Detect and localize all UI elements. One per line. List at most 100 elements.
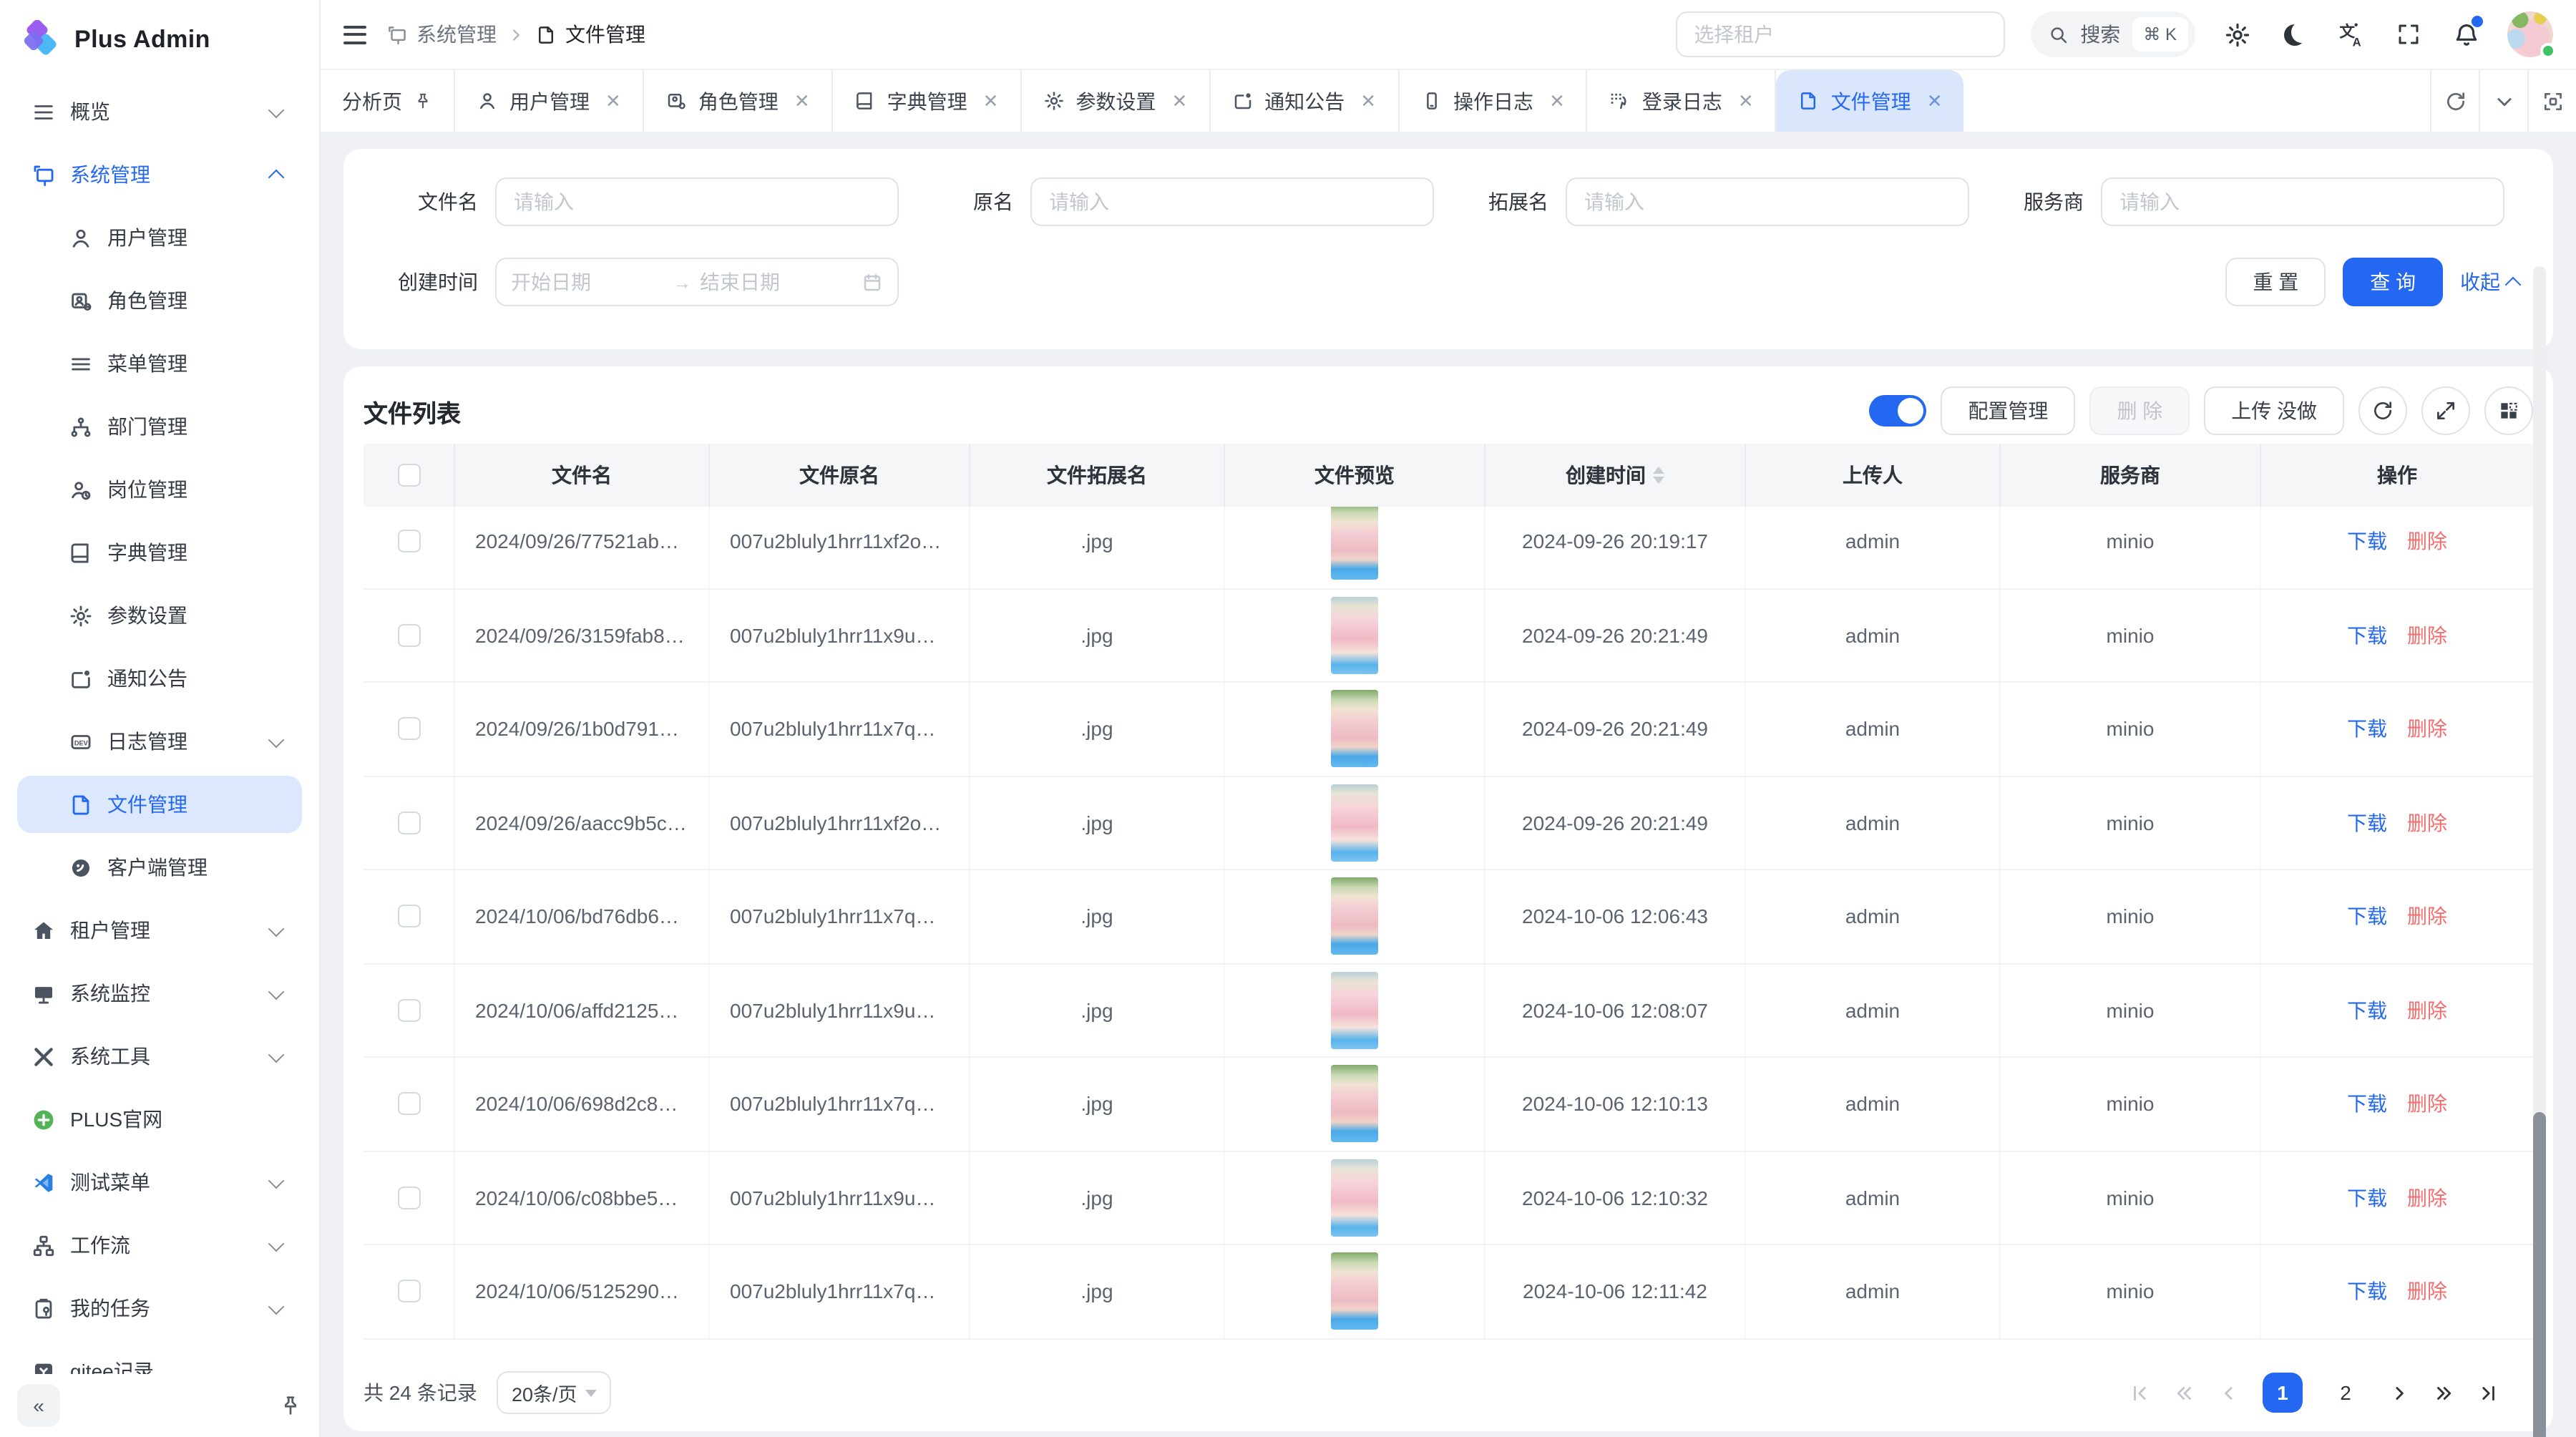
refresh-table-button[interactable]: [2358, 386, 2407, 435]
close-icon[interactable]: ✕: [1360, 89, 1376, 112]
column-setting-button[interactable]: [2484, 386, 2533, 435]
tab-notice[interactable]: 通知公告 ✕: [1210, 70, 1399, 132]
search-panel-toggle[interactable]: [1869, 395, 1926, 427]
close-icon[interactable]: ✕: [1171, 89, 1187, 112]
page-size-select[interactable]: 20条/页: [497, 1371, 612, 1414]
tab-file-management[interactable]: 文件管理 ✕: [1777, 70, 1964, 132]
table-fullscreen-button[interactable]: [2421, 386, 2470, 435]
delete-link[interactable]: 删除: [2407, 715, 2447, 744]
avatar[interactable]: [2507, 11, 2553, 57]
delete-link[interactable]: 删除: [2407, 809, 2447, 837]
row-checkbox[interactable]: [397, 530, 420, 553]
tab-op-log[interactable]: 操作日志 ✕: [1399, 70, 1588, 132]
sidebar-item-dept-management[interactable]: 部门管理: [17, 398, 302, 455]
row-checkbox[interactable]: [397, 1093, 420, 1116]
file-preview-image[interactable]: [1331, 1159, 1378, 1237]
sidebar-item-post-management[interactable]: 岗位管理: [17, 461, 302, 518]
sidebar-toggle-button[interactable]: [343, 25, 366, 44]
collapse-filters-link[interactable]: 收起: [2460, 268, 2519, 296]
sidebar-item-overview[interactable]: 概览: [17, 83, 302, 140]
sort-created-time[interactable]: [1653, 467, 1664, 484]
pin-sidebar-button[interactable]: [279, 1394, 302, 1417]
download-link[interactable]: 下载: [2347, 715, 2387, 744]
search-button[interactable]: 查 询: [2343, 258, 2443, 306]
delete-link[interactable]: 删除: [2407, 996, 2447, 1025]
delete-link[interactable]: 删除: [2407, 527, 2447, 556]
select-all-checkbox[interactable]: [397, 464, 420, 487]
sidebar-item-gitee-log[interactable]: gitee记录: [17, 1343, 302, 1374]
content-fullscreen-button[interactable]: [2527, 70, 2576, 132]
file-name-input[interactable]: [495, 177, 899, 226]
delete-link[interactable]: 删除: [2407, 1184, 2447, 1212]
date-range-picker[interactable]: 开始日期 → 结束日期: [495, 258, 899, 306]
sidebar-item-client-management[interactable]: 客户端管理: [17, 839, 302, 896]
tab-dict-management[interactable]: 字典管理 ✕: [833, 70, 1022, 132]
download-link[interactable]: 下载: [2347, 902, 2387, 931]
delete-button[interactable]: 删 除: [2089, 386, 2190, 435]
tab-role-management[interactable]: 角色管理 ✕: [644, 70, 833, 132]
download-link[interactable]: 下载: [2347, 1277, 2387, 1306]
file-preview-image[interactable]: [1331, 784, 1378, 862]
file-preview-image[interactable]: [1331, 1253, 1378, 1330]
next-page-button[interactable]: [2389, 1382, 2410, 1403]
download-link[interactable]: 下载: [2347, 527, 2387, 556]
sidebar-item-workflow[interactable]: 工作流: [17, 1217, 302, 1274]
sidebar-item-tenant-management[interactable]: 租户管理: [17, 902, 302, 959]
sidebar-item-dict-management[interactable]: 字典管理: [17, 524, 302, 581]
sidebar-item-role-management[interactable]: 角色管理: [17, 272, 302, 329]
close-icon[interactable]: ✕: [983, 89, 999, 112]
close-icon[interactable]: ✕: [794, 89, 810, 112]
close-icon[interactable]: ✕: [605, 89, 621, 112]
original-name-input[interactable]: [1030, 177, 1434, 226]
table-body[interactable]: 2024/09/26/77521ab… 007u2bluly1hrr11xf2o…: [364, 507, 2533, 1348]
close-icon[interactable]: ✕: [1927, 89, 1943, 112]
notifications-button[interactable]: [2450, 19, 2482, 50]
tab-login-log[interactable]: 登录日志 ✕: [1588, 70, 1777, 132]
sidebar-item-system-management[interactable]: 系统管理: [17, 146, 302, 203]
scrollbar-thumb[interactable]: [2533, 1112, 2546, 1437]
refresh-tab-button[interactable]: [2430, 70, 2479, 132]
sidebar-item-test-menu[interactable]: 测试菜单: [17, 1154, 302, 1211]
row-checkbox[interactable]: [397, 905, 420, 928]
file-preview-image[interactable]: [1331, 507, 1378, 580]
row-checkbox[interactable]: [397, 1280, 420, 1303]
sidebar-item-system-monitor[interactable]: 系统监控: [17, 965, 302, 1022]
download-link[interactable]: 下载: [2347, 1184, 2387, 1212]
row-checkbox[interactable]: [397, 999, 420, 1022]
global-search[interactable]: 搜索 ⌘ K: [2030, 11, 2195, 57]
sidebar-item-file-management[interactable]: 文件管理: [17, 776, 302, 833]
breadcrumb-current[interactable]: 文件管理: [535, 20, 645, 49]
first-page-button[interactable]: [2129, 1382, 2151, 1403]
page-2-button[interactable]: 2: [2326, 1373, 2366, 1413]
tab-analysis[interactable]: 分析页: [321, 70, 455, 132]
close-icon[interactable]: ✕: [1549, 89, 1565, 112]
scrollbar[interactable]: [2533, 266, 2546, 1434]
sidebar-item-param-settings[interactable]: 参数设置: [17, 587, 302, 644]
sidebar-item-log-management[interactable]: DEV 日志管理: [17, 713, 302, 770]
collapse-sidebar-button[interactable]: «: [17, 1384, 60, 1427]
row-checkbox[interactable]: [397, 812, 420, 834]
page-1-button[interactable]: 1: [2263, 1373, 2303, 1413]
breadcrumb-root[interactable]: 系统管理: [386, 20, 497, 49]
back-5-pages-button[interactable]: [2174, 1382, 2195, 1403]
row-checkbox[interactable]: [397, 1187, 420, 1209]
extension-input[interactable]: [1566, 177, 1969, 226]
sidebar-item-system-tools[interactable]: 系统工具: [17, 1028, 302, 1085]
download-link[interactable]: 下载: [2347, 621, 2387, 650]
config-management-button[interactable]: 配置管理: [1941, 386, 2075, 435]
delete-link[interactable]: 删除: [2407, 1277, 2447, 1306]
language-button[interactable]: 文A: [2336, 19, 2367, 50]
delete-link[interactable]: 删除: [2407, 621, 2447, 650]
file-preview-image[interactable]: [1331, 972, 1378, 1049]
sidebar-item-user-management[interactable]: 用户管理: [17, 209, 302, 266]
sidebar-item-plus-site[interactable]: PLUS官网: [17, 1091, 302, 1148]
provider-input[interactable]: [2101, 177, 2504, 226]
delete-link[interactable]: 删除: [2407, 902, 2447, 931]
delete-link[interactable]: 删除: [2407, 1090, 2447, 1119]
file-preview-image[interactable]: [1331, 597, 1378, 674]
forward-5-pages-button[interactable]: [2433, 1382, 2454, 1403]
row-checkbox[interactable]: [397, 718, 420, 741]
upload-button[interactable]: 上传 没做: [2204, 386, 2344, 435]
tab-user-management[interactable]: 用户管理 ✕: [455, 70, 644, 132]
download-link[interactable]: 下载: [2347, 809, 2387, 837]
